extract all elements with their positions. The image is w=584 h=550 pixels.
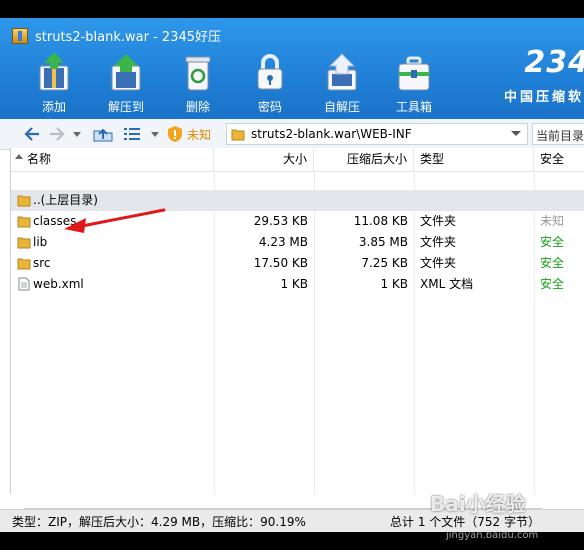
security-status-label: 未知 [187,127,212,142]
forward-button[interactable] [47,124,67,144]
file-type: 文件夹 [420,214,457,228]
brand-number: 234 [524,45,584,80]
window-title: struts2-blank.war - 2345好压 [35,30,221,45]
file-type: 文件夹 [420,256,457,270]
add-button-label: 添加 [41,100,66,114]
file-list: 名称 大小 压缩后大小 类型 安全 ..(上层目录) classes 29.53… [10,148,584,494]
file-security: 安全 [540,277,565,291]
window-title-bar: struts2-blank.war - 2345好压 [12,26,221,45]
recycle-bin-icon [183,52,213,92]
password-button-label: 密码 [257,100,282,114]
toolbox-button-label: 工具箱 [395,100,432,114]
path-dropdown-icon[interactable] [511,131,521,136]
back-button[interactable] [22,124,42,144]
watermark: Bai小经验 [430,492,526,516]
file-list-header: 名称 大小 压缩后大小 类型 安全 [11,148,584,172]
back-arrow-icon [24,127,39,141]
toolbox-button[interactable]: 工具箱 [378,52,450,115]
file-security: 安全 [540,235,565,249]
add-button[interactable]: 添加 [18,52,90,115]
view-mode-dropdown[interactable] [150,124,160,144]
file-type: 文件夹 [420,235,457,249]
chevron-down-icon [151,131,159,137]
history-dropdown[interactable] [72,124,82,144]
column-header-type[interactable]: 类型 [414,148,534,171]
sort-ascending-icon [15,154,23,159]
file-packed-size: 7.25 KB [361,256,408,270]
up-folder-icon [93,128,113,142]
chevron-down-icon [73,131,81,137]
self-extract-button-label: 自解压 [323,100,360,114]
file-size: 17.50 KB [253,256,308,270]
table-row[interactable]: src 17.50 KB 7.25 KB 文件夹 安全 [11,253,584,274]
path-text: struts2-blank.war\WEB-INF [251,127,412,141]
brand-logo: 234 中国压缩软 [503,45,584,106]
table-row[interactable]: lib 4.23 MB 3.85 MB 文件夹 安全 [11,232,584,253]
file-name: lib [33,235,48,249]
file-type: XML 文档 [420,277,474,291]
app-window: struts2-blank.war - 2345好压 添加 解压到 删除 密码 … [0,18,584,532]
brand-slogan: 中国压缩软 [503,90,584,105]
view-mode-button[interactable] [122,124,142,144]
forward-arrow-icon [50,127,65,141]
security-status-badge[interactable]: 未知 [167,123,211,145]
address-bar: 未知 struts2-blank.war\WEB-INF 当前目录 [0,119,584,150]
file-size: 1 KB [280,277,308,291]
shield-warning-icon [168,126,182,142]
folder-icon [17,195,31,207]
delete-button[interactable]: 删除 [162,52,234,115]
folder-icon [17,237,31,249]
self-extract-icon [324,52,360,92]
app-logo-icon [12,27,28,44]
file-size: 4.23 MB [258,235,308,249]
file-security: 未知 [540,214,565,228]
folder-icon [231,129,245,141]
file-name: src [33,256,51,270]
up-folder-button[interactable] [92,124,114,144]
path-input[interactable]: struts2-blank.war\WEB-INF [226,123,528,145]
extract-to-button-label: 解压到 [107,100,144,114]
toolbar-buttons: 添加 解压到 删除 密码 自解压 工具箱 [18,52,450,115]
archive-info: 类型：ZIP，解压后大小：4.29 MB，压缩比：90.19% [12,515,306,529]
file-packed-size: 1 KB [380,277,408,291]
toolbox-icon [396,52,432,92]
main-toolbar: struts2-blank.war - 2345好压 添加 解压到 删除 密码 … [0,18,584,119]
column-header-name[interactable]: 名称 [11,148,214,171]
extract-icon [108,52,144,92]
column-header-packed-size[interactable]: 压缩后大小 [314,148,414,171]
annotation-arrow [64,208,166,233]
file-packed-size: 3.85 MB [358,235,408,249]
watermark-url: jingyan.baidu.com [446,530,539,541]
extract-to-button[interactable]: 解压到 [90,52,162,115]
file-size: 29.53 KB [253,214,308,228]
column-header-size[interactable]: 大小 [214,148,314,171]
folder-icon [17,258,31,270]
file-security: 安全 [540,256,565,270]
delete-button-label: 删除 [185,100,210,114]
add-icon [36,52,72,92]
xml-file-icon [18,277,30,291]
lock-icon [255,52,285,92]
self-extract-button[interactable]: 自解压 [306,52,378,115]
list-view-icon [124,128,140,140]
table-row[interactable]: web.xml 1 KB 1 KB XML 文档 安全 [11,274,584,295]
column-header-security[interactable]: 安全 [534,148,584,171]
search-current-dir-input[interactable]: 当前目录 [532,123,584,145]
file-packed-size: 11.08 KB [353,214,408,228]
file-name: web.xml [33,277,84,291]
folder-icon [17,216,31,228]
password-button[interactable]: 密码 [234,52,306,115]
